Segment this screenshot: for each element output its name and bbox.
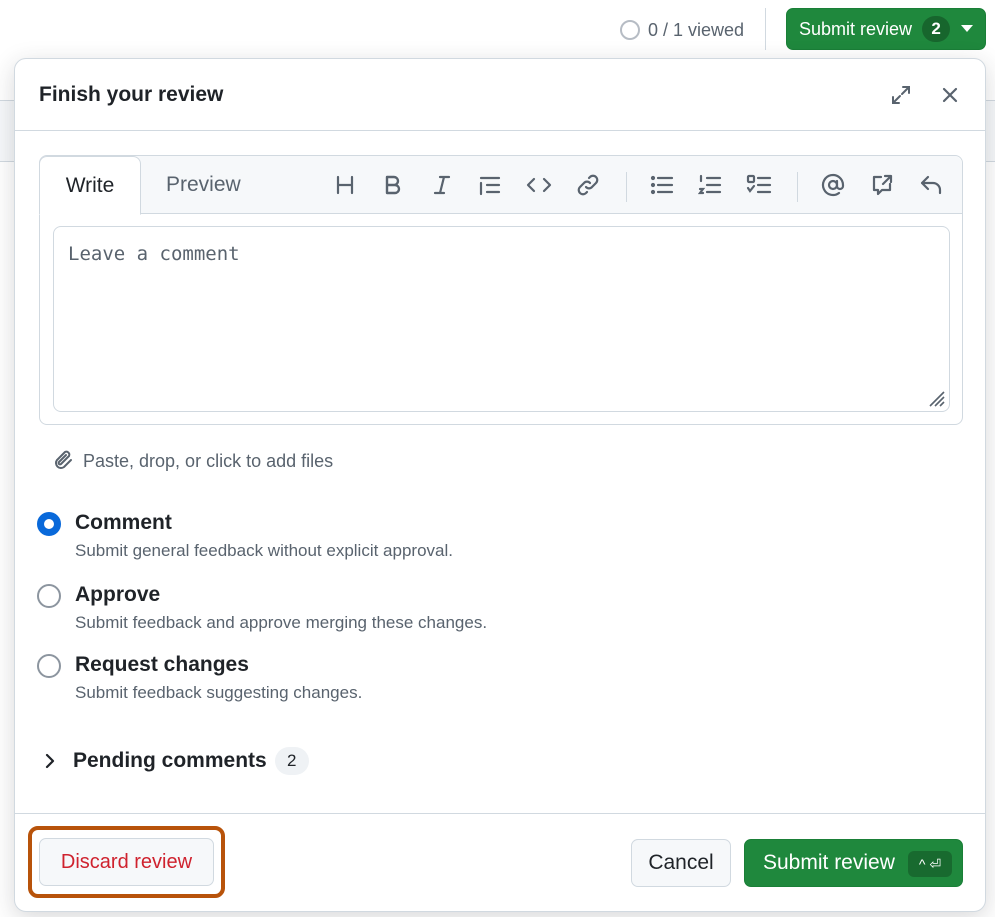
tab-write[interactable]: Write — [39, 156, 141, 215]
italic-icon — [433, 175, 451, 195]
dialog-footer: Discard review Cancel Submit review ^ ⏎ — [15, 813, 985, 913]
attach-text: Paste, drop, or click to add files — [83, 450, 334, 471]
reply-icon — [920, 175, 942, 195]
option-request-changes[interactable]: Request changes Submit feedback suggesti… — [37, 651, 362, 703]
toolbar-divider — [797, 172, 798, 202]
toolbar-divider — [626, 172, 627, 202]
link-button[interactable] — [573, 170, 603, 200]
code-icon — [526, 177, 552, 193]
pending-comments-toggle[interactable]: Pending comments 2 — [43, 747, 309, 775]
radio-request-changes[interactable] — [37, 654, 61, 678]
task-list-icon — [746, 174, 772, 194]
attach-files[interactable]: Paste, drop, or click to add files — [53, 449, 333, 473]
quote-icon — [479, 176, 501, 196]
pending-comments-label: Pending comments — [73, 749, 267, 772]
comment-editor: Write Preview Leave a comment — [39, 155, 963, 425]
heading-icon — [336, 175, 354, 195]
close-icon — [942, 87, 958, 103]
finish-review-dialog: Finish your review Write Preview Leave a… — [14, 58, 986, 912]
tab-preview[interactable]: Preview — [166, 156, 241, 214]
cancel-button[interactable]: Cancel — [631, 839, 731, 887]
code-button[interactable] — [524, 170, 554, 200]
review-count-badge: 2 — [922, 16, 951, 42]
close-button[interactable] — [934, 79, 966, 111]
dialog-header: Finish your review — [15, 59, 985, 131]
comment-textarea[interactable]: Leave a comment — [53, 226, 950, 412]
option-request-changes-label: Request changes — [75, 653, 249, 676]
expand-icon — [892, 86, 910, 104]
mention-icon — [821, 173, 845, 197]
keyboard-shortcut-badge: ^ ⏎ — [908, 851, 952, 877]
background-file-header — [0, 100, 14, 162]
chevron-right-icon — [45, 753, 55, 769]
viewed-status[interactable]: 0 / 1 viewed — [620, 18, 744, 42]
comment-placeholder: Leave a comment — [68, 243, 240, 265]
viewed-checkbox-icon[interactable] — [620, 20, 640, 40]
editor-toolbar: Write Preview — [39, 156, 962, 215]
bold-icon — [385, 175, 401, 195]
cross-reference-button[interactable] — [867, 170, 897, 200]
submit-review-button[interactable]: Submit review ^ ⏎ — [744, 839, 963, 887]
cross-reference-icon — [872, 174, 893, 196]
italic-button[interactable] — [427, 170, 457, 200]
resize-handle-icon[interactable] — [925, 387, 945, 407]
viewed-text: 0 / 1 viewed — [648, 19, 745, 40]
option-approve-desc: Submit feedback and approve merging thes… — [75, 613, 488, 632]
reply-button[interactable] — [916, 170, 946, 200]
radio-approve[interactable] — [37, 584, 61, 608]
submit-review-button-label: Submit review — [763, 851, 895, 874]
link-icon — [577, 174, 599, 196]
option-comment-label: Comment — [75, 511, 172, 534]
page-header: 0 / 1 viewed Submit review 2 — [0, 0, 995, 60]
caret-down-icon — [961, 25, 973, 32]
paperclip-icon — [55, 450, 72, 469]
option-approve[interactable]: Approve Submit feedback and approve merg… — [37, 581, 487, 633]
pending-comments-count: 2 — [274, 747, 309, 775]
submit-review-dropdown-button[interactable]: Submit review 2 — [786, 8, 986, 50]
quote-button[interactable] — [475, 170, 505, 200]
option-comment-desc: Submit general feedback without explicit… — [75, 541, 453, 560]
mention-button[interactable] — [818, 170, 848, 200]
radio-comment[interactable] — [37, 512, 61, 536]
option-comment[interactable]: Comment Submit general feedback without … — [37, 509, 453, 561]
dialog-title: Finish your review — [39, 83, 224, 106]
option-approve-label: Approve — [75, 583, 161, 606]
discard-review-button[interactable]: Discard review — [39, 838, 214, 886]
expand-button[interactable] — [885, 79, 917, 111]
ordered-list-icon — [698, 174, 722, 195]
unordered-list-button[interactable] — [647, 170, 677, 200]
option-request-changes-desc: Submit feedback suggesting changes. — [75, 683, 363, 702]
unordered-list-icon — [650, 175, 674, 195]
task-list-button[interactable] — [744, 170, 774, 200]
bold-button[interactable] — [378, 170, 408, 200]
ordered-list-button[interactable] — [695, 170, 725, 200]
submit-review-label: Submit review — [799, 18, 913, 39]
divider — [765, 8, 766, 50]
heading-button[interactable] — [330, 170, 360, 200]
